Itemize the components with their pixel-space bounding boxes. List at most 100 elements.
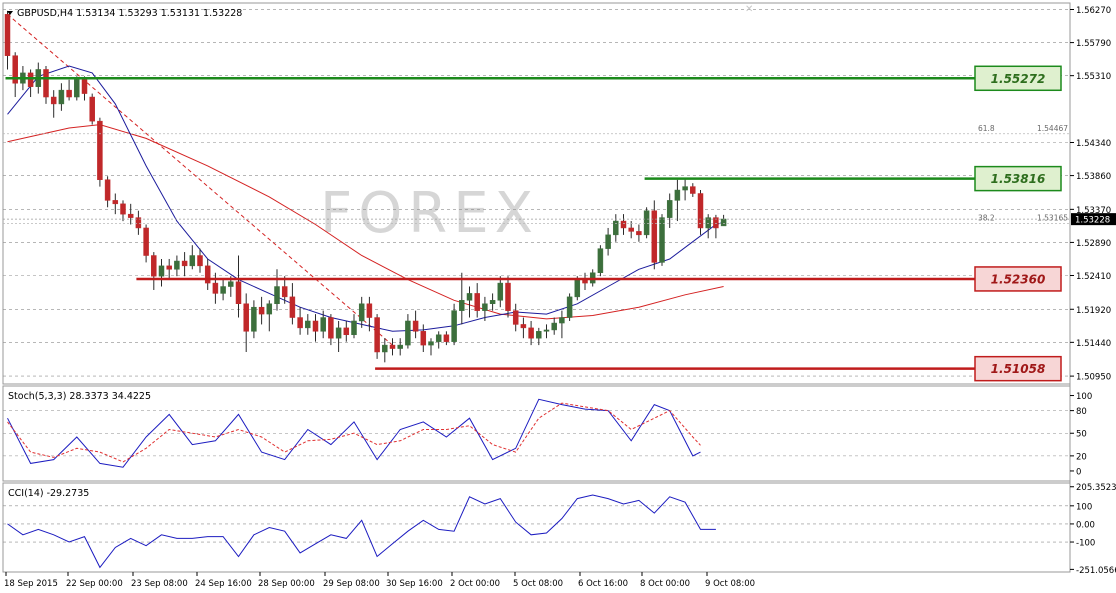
candle-body [358, 303, 365, 322]
candle-body [81, 79, 88, 94]
candle-body [312, 320, 319, 332]
candle-body [74, 79, 80, 98]
candle-body [512, 310, 519, 325]
indicator-axis-label: 100 [1076, 502, 1092, 512]
candle-body [551, 322, 557, 331]
time-axis-label: 22 Sep 00:00 [66, 579, 123, 589]
candle-body [651, 210, 658, 263]
candle-body [143, 227, 149, 256]
level-label: 1.53816 [991, 172, 1046, 186]
candle-body [166, 265, 172, 270]
symbol-header: GBPUSD,H4 1.53134 1.53293 1.53131 1.5322… [17, 8, 242, 19]
candlestick [74, 76, 80, 101]
candle-body [289, 296, 296, 318]
time-axis-label: 9 Oct 08:00 [705, 579, 755, 589]
candle-body [505, 282, 511, 311]
candle-body [405, 320, 411, 346]
time-axis-label: 5 Oct 08:00 [513, 579, 563, 589]
candle-body [528, 327, 534, 339]
time-axis-label: 23 Sep 08:00 [131, 579, 188, 589]
price-axis-label: 1.52410 [1076, 272, 1111, 282]
time-axis-label: 6 Oct 16:00 [578, 579, 628, 589]
price-axis-label: 1.50950 [1076, 373, 1111, 383]
indicator-axis-label: 50 [1076, 430, 1087, 440]
fibo-ratio: 38.2 [978, 213, 995, 222]
candle-body [605, 234, 611, 249]
candle-body [189, 255, 196, 267]
candle-body [43, 69, 49, 98]
candle-body [120, 203, 126, 215]
candle-body [435, 334, 442, 342]
candle-body [228, 281, 234, 287]
candlestick [659, 214, 665, 266]
level-label: 1.52360 [991, 272, 1046, 286]
candle-body [89, 96, 95, 122]
price-axis-label: 1.56270 [1076, 6, 1111, 16]
candle-body [697, 193, 704, 229]
price-axis-label: 1.55310 [1076, 72, 1111, 82]
candle-body [466, 293, 473, 301]
candle-body [482, 303, 488, 311]
candle-body [628, 227, 634, 232]
price-axis-label: 1.52890 [1076, 239, 1111, 249]
time-axis-label: 18 Sep 2015 [4, 579, 58, 589]
candle-body [97, 120, 103, 180]
cci-title: CCI(14) -29.2735 [8, 488, 89, 499]
price-axis-label: 1.51920 [1076, 306, 1111, 316]
candle-body [335, 327, 342, 339]
candle-body [305, 320, 311, 329]
candle-body [58, 89, 65, 105]
close-icon[interactable]: ✕ [745, 4, 753, 15]
candle-body [443, 334, 450, 342]
candle-body [459, 300, 465, 311]
price-axis-label: 1.55790 [1076, 39, 1111, 49]
time-axis-label: 29 Sep 08:00 [323, 579, 380, 589]
candle-body [151, 255, 157, 277]
candle-body [428, 341, 434, 346]
candle-body [674, 189, 681, 201]
candle-body [412, 320, 419, 332]
price-axis-label: 1.54340 [1076, 139, 1111, 149]
candle-body [420, 331, 427, 346]
fibo-ratio: 61.8 [978, 124, 995, 133]
indicator-axis-label: -100 [1076, 539, 1095, 549]
candle-body [543, 329, 550, 332]
indicator-axis-label: 0 [1076, 467, 1081, 477]
candle-body [397, 344, 403, 349]
chart-background [0, 0, 1116, 593]
fibo-value: 1.54467 [1037, 124, 1068, 133]
candle-body [251, 306, 257, 332]
indicator-axis-label: -251.0566 [1076, 566, 1116, 576]
candle-body [158, 265, 165, 277]
candle-body [112, 200, 119, 205]
candle-body [50, 96, 57, 105]
candle-body [258, 306, 265, 315]
candle-body [212, 282, 219, 294]
candle-body [720, 218, 727, 227]
candle-body [382, 344, 388, 353]
level-label: 1.51058 [991, 362, 1046, 376]
candle-body [597, 248, 604, 273]
candlestick [651, 200, 658, 270]
candle-body [343, 327, 350, 336]
candle-body [366, 303, 373, 318]
candle-body [235, 281, 242, 305]
candle-body [374, 317, 380, 353]
candle-body [27, 72, 34, 87]
candle-body [451, 310, 457, 342]
candle-body [197, 255, 203, 267]
time-axis-label: 28 Sep 00:00 [258, 579, 315, 589]
candlestick [89, 93, 95, 125]
candle-body [489, 300, 496, 305]
candle-body [204, 265, 211, 284]
indicator-axis-label: 80 [1076, 407, 1087, 417]
stoch-title: Stoch(5,3,3) 28.3373 34.4225 [8, 391, 151, 402]
indicator-axis-label: 100 [1076, 392, 1092, 402]
time-axis-label: 2 Oct 00:00 [450, 579, 500, 589]
candle-body [174, 260, 180, 270]
candle-body [566, 296, 573, 318]
candle-body [389, 344, 396, 349]
indicator-axis-label: 0.00 [1076, 520, 1095, 530]
candle-body [666, 200, 673, 218]
candle-body [636, 231, 642, 236]
